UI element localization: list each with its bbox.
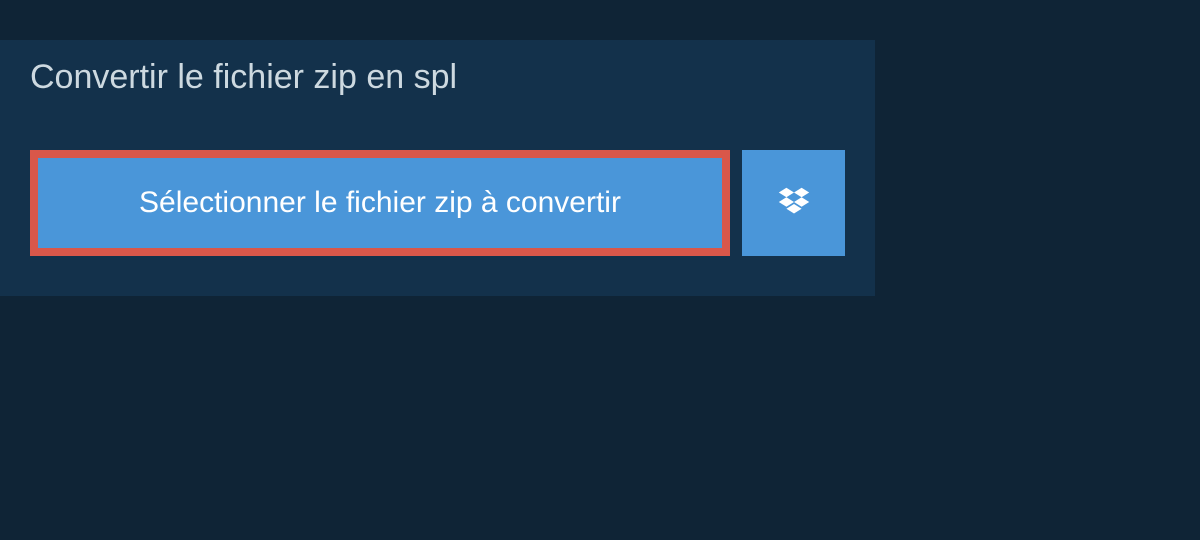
title-bar: Convertir le fichier zip en spl <box>0 40 570 115</box>
select-file-button[interactable]: Sélectionner le fichier zip à convertir <box>30 150 730 256</box>
dropbox-icon <box>775 184 813 222</box>
page-title: Convertir le fichier zip en spl <box>30 58 540 97</box>
select-file-label: Sélectionner le fichier zip à convertir <box>139 186 621 220</box>
conversion-panel: Convertir le fichier zip en spl Sélectio… <box>0 40 875 296</box>
dropbox-button[interactable] <box>742 150 845 256</box>
button-row: Sélectionner le fichier zip à convertir <box>0 115 875 256</box>
